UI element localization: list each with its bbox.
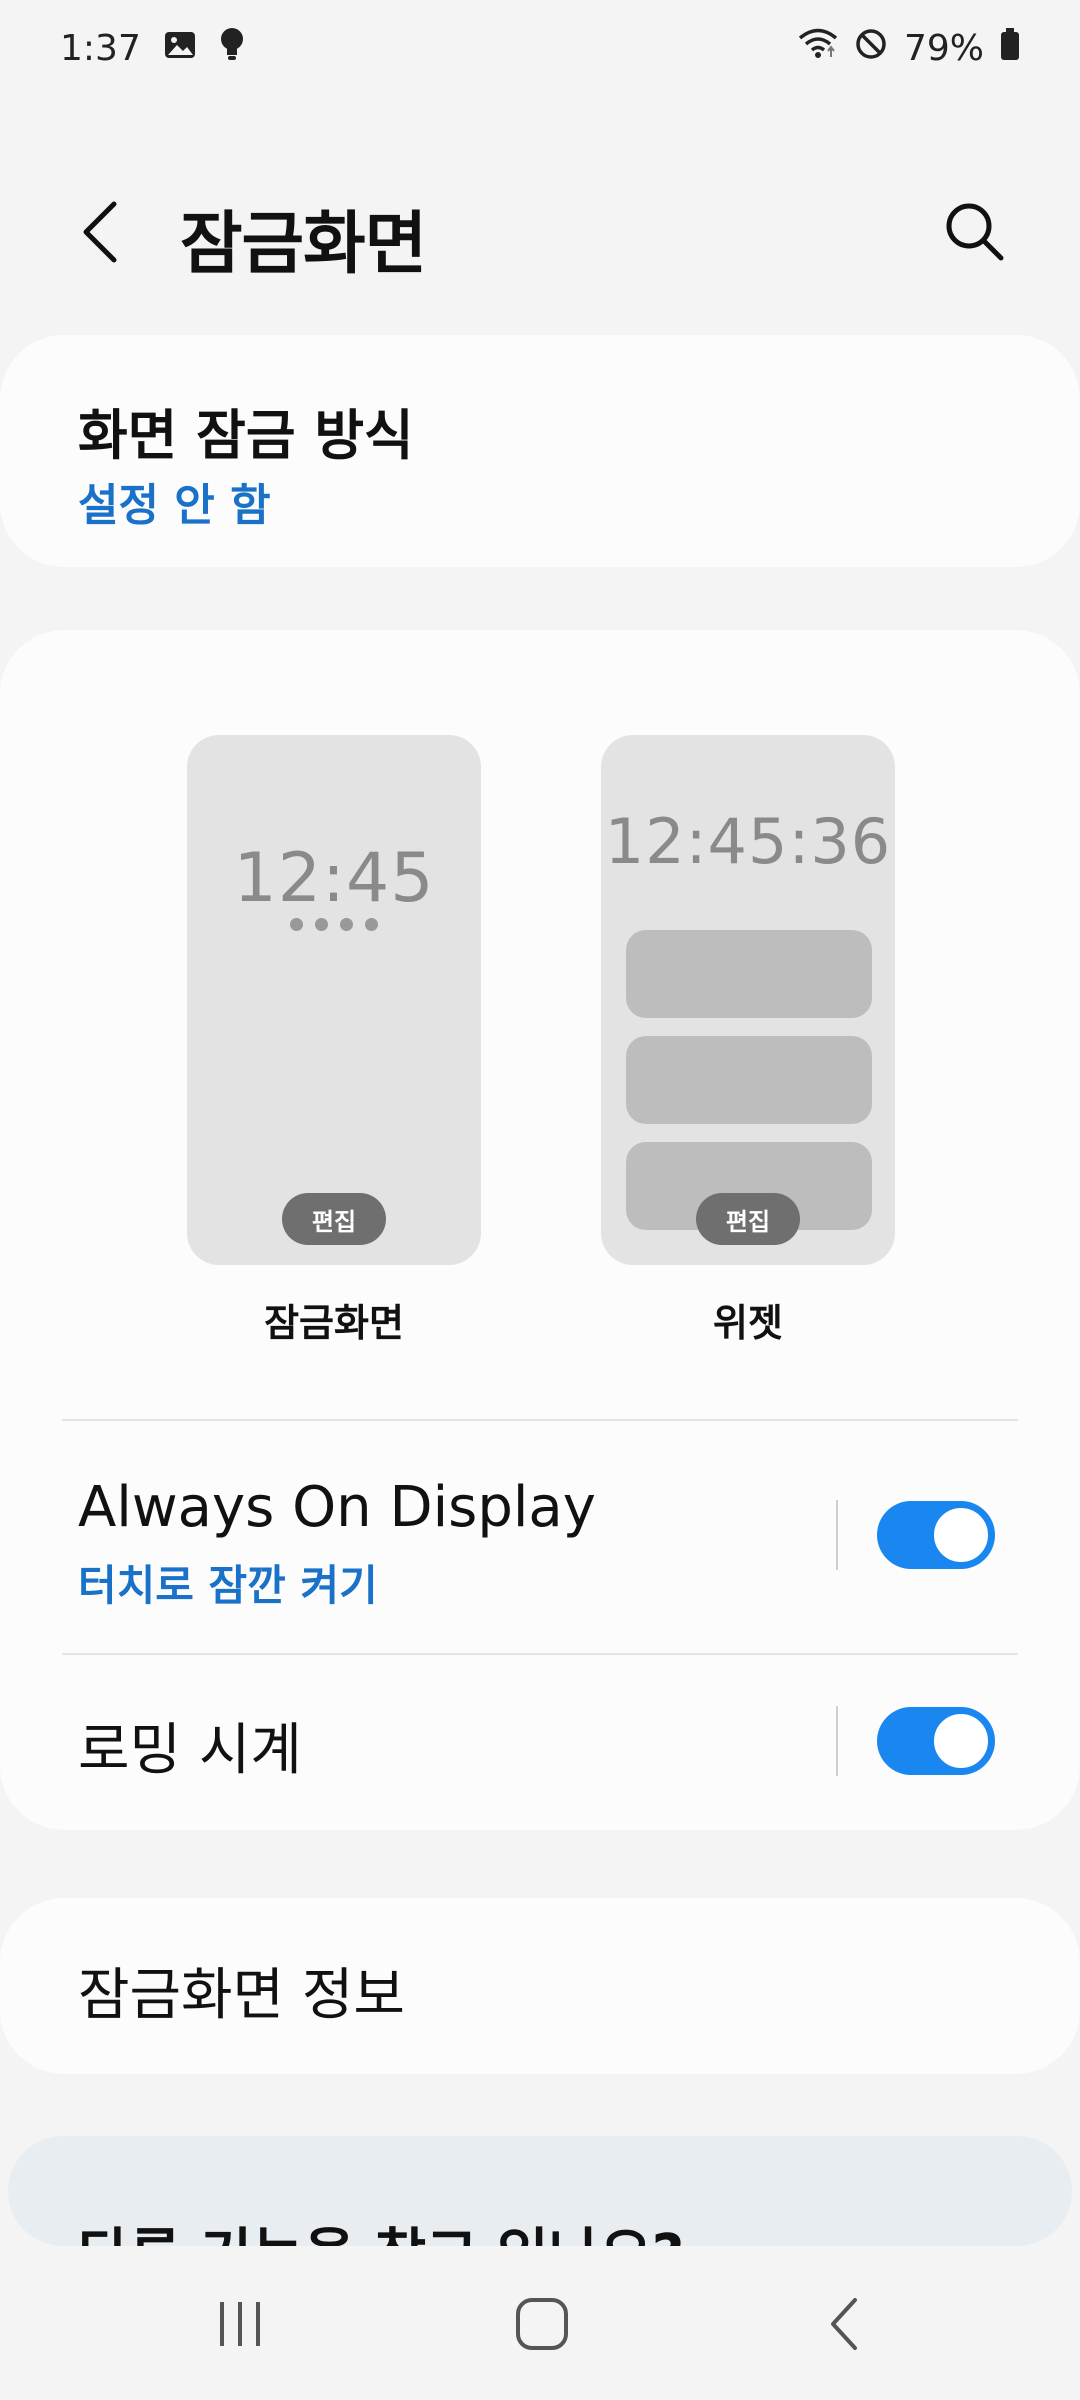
battery-text: 79% [903,27,984,69]
lock-preview-dots [187,918,481,931]
back-arrow-icon [83,201,117,263]
row-separator [836,1706,838,1776]
nav-back-button[interactable] [785,2274,905,2374]
home-icon [516,2298,568,2350]
divider [62,1653,1018,1655]
looking-for-something-else-title: 다른 기능을 찾고 있나요? [78,2210,684,2246]
search-button[interactable] [935,192,1015,272]
about-lock-screen-item[interactable]: 잠금화면 정보 [0,1898,1080,2074]
do-not-disturb-icon [854,27,888,70]
looking-for-something-else-card: 다른 기능을 찾고 있나요? [8,2136,1072,2246]
widgets-edit-button[interactable]: 편집 [696,1193,800,1245]
status-right: 79% [798,27,1020,70]
dot [290,918,303,931]
dot [340,918,353,931]
lock-screen-preview-label: 잠금화면 [264,1301,404,1345]
status-left: 1:37 [60,27,245,70]
app-header: 잠금화면 [0,170,1080,290]
gallery-icon [163,28,197,69]
about-lock-screen-title: 잠금화면 정보 [78,1963,405,2028]
wifi-icon [798,27,838,70]
widget-placeholder [626,1036,872,1124]
home-button[interactable] [482,2274,602,2374]
nav-back-icon [831,2298,857,2350]
aod-title: Always On Display [78,1475,596,1540]
widget-placeholder [626,930,872,1018]
dot [315,918,328,931]
search-icon [946,203,1004,261]
recents-icon [220,2302,260,2346]
status-bar: 1:37 79% [0,0,1080,96]
widgets-preview[interactable]: 12:45:36 편집 [601,735,895,1265]
aod-subtitle: 터치로 잠깐 켜기 [78,1561,378,1610]
lock-screen-settings: 1:37 79% 잠금화면 화면 잠금 방식 설정 안 함 12:45 편집 잠… [0,0,1080,2400]
dot [365,918,378,931]
toggle-knob [931,1711,991,1771]
lock-screen-preview[interactable]: 12:45 편집 [187,735,481,1265]
screen-lock-type-title: 화면 잠금 방식 [78,404,414,467]
status-time: 1:37 [60,27,141,69]
widgets-preview-label: 위젯 [713,1301,783,1345]
lock-screen-main-card: 12:45 편집 잠금화면 12:45:36 편집 위젯 Always On D… [0,630,1080,1830]
bulb-icon [219,27,245,70]
toggle-knob [931,1505,991,1565]
page-title: 잠금화면 [180,205,427,284]
navigation-bar [0,2246,1080,2400]
screen-lock-type-value: 설정 안 함 [78,480,271,531]
widget-preview-clock: 12:45:36 [604,805,892,878]
back-button[interactable] [60,192,140,272]
screen-lock-type-item[interactable]: 화면 잠금 방식 설정 안 함 [0,335,1080,567]
aod-toggle[interactable] [877,1501,995,1569]
lock-preview-clock: 12:45 [233,839,435,918]
row-separator [836,1500,838,1570]
lock-screen-edit-button[interactable]: 편집 [282,1193,386,1245]
battery-icon [1000,27,1020,70]
recents-button[interactable] [180,2274,300,2374]
roaming-clock-toggle[interactable] [877,1707,995,1775]
divider [62,1419,1018,1421]
roaming-clock-title: 로밍 시계 [78,1718,302,1783]
